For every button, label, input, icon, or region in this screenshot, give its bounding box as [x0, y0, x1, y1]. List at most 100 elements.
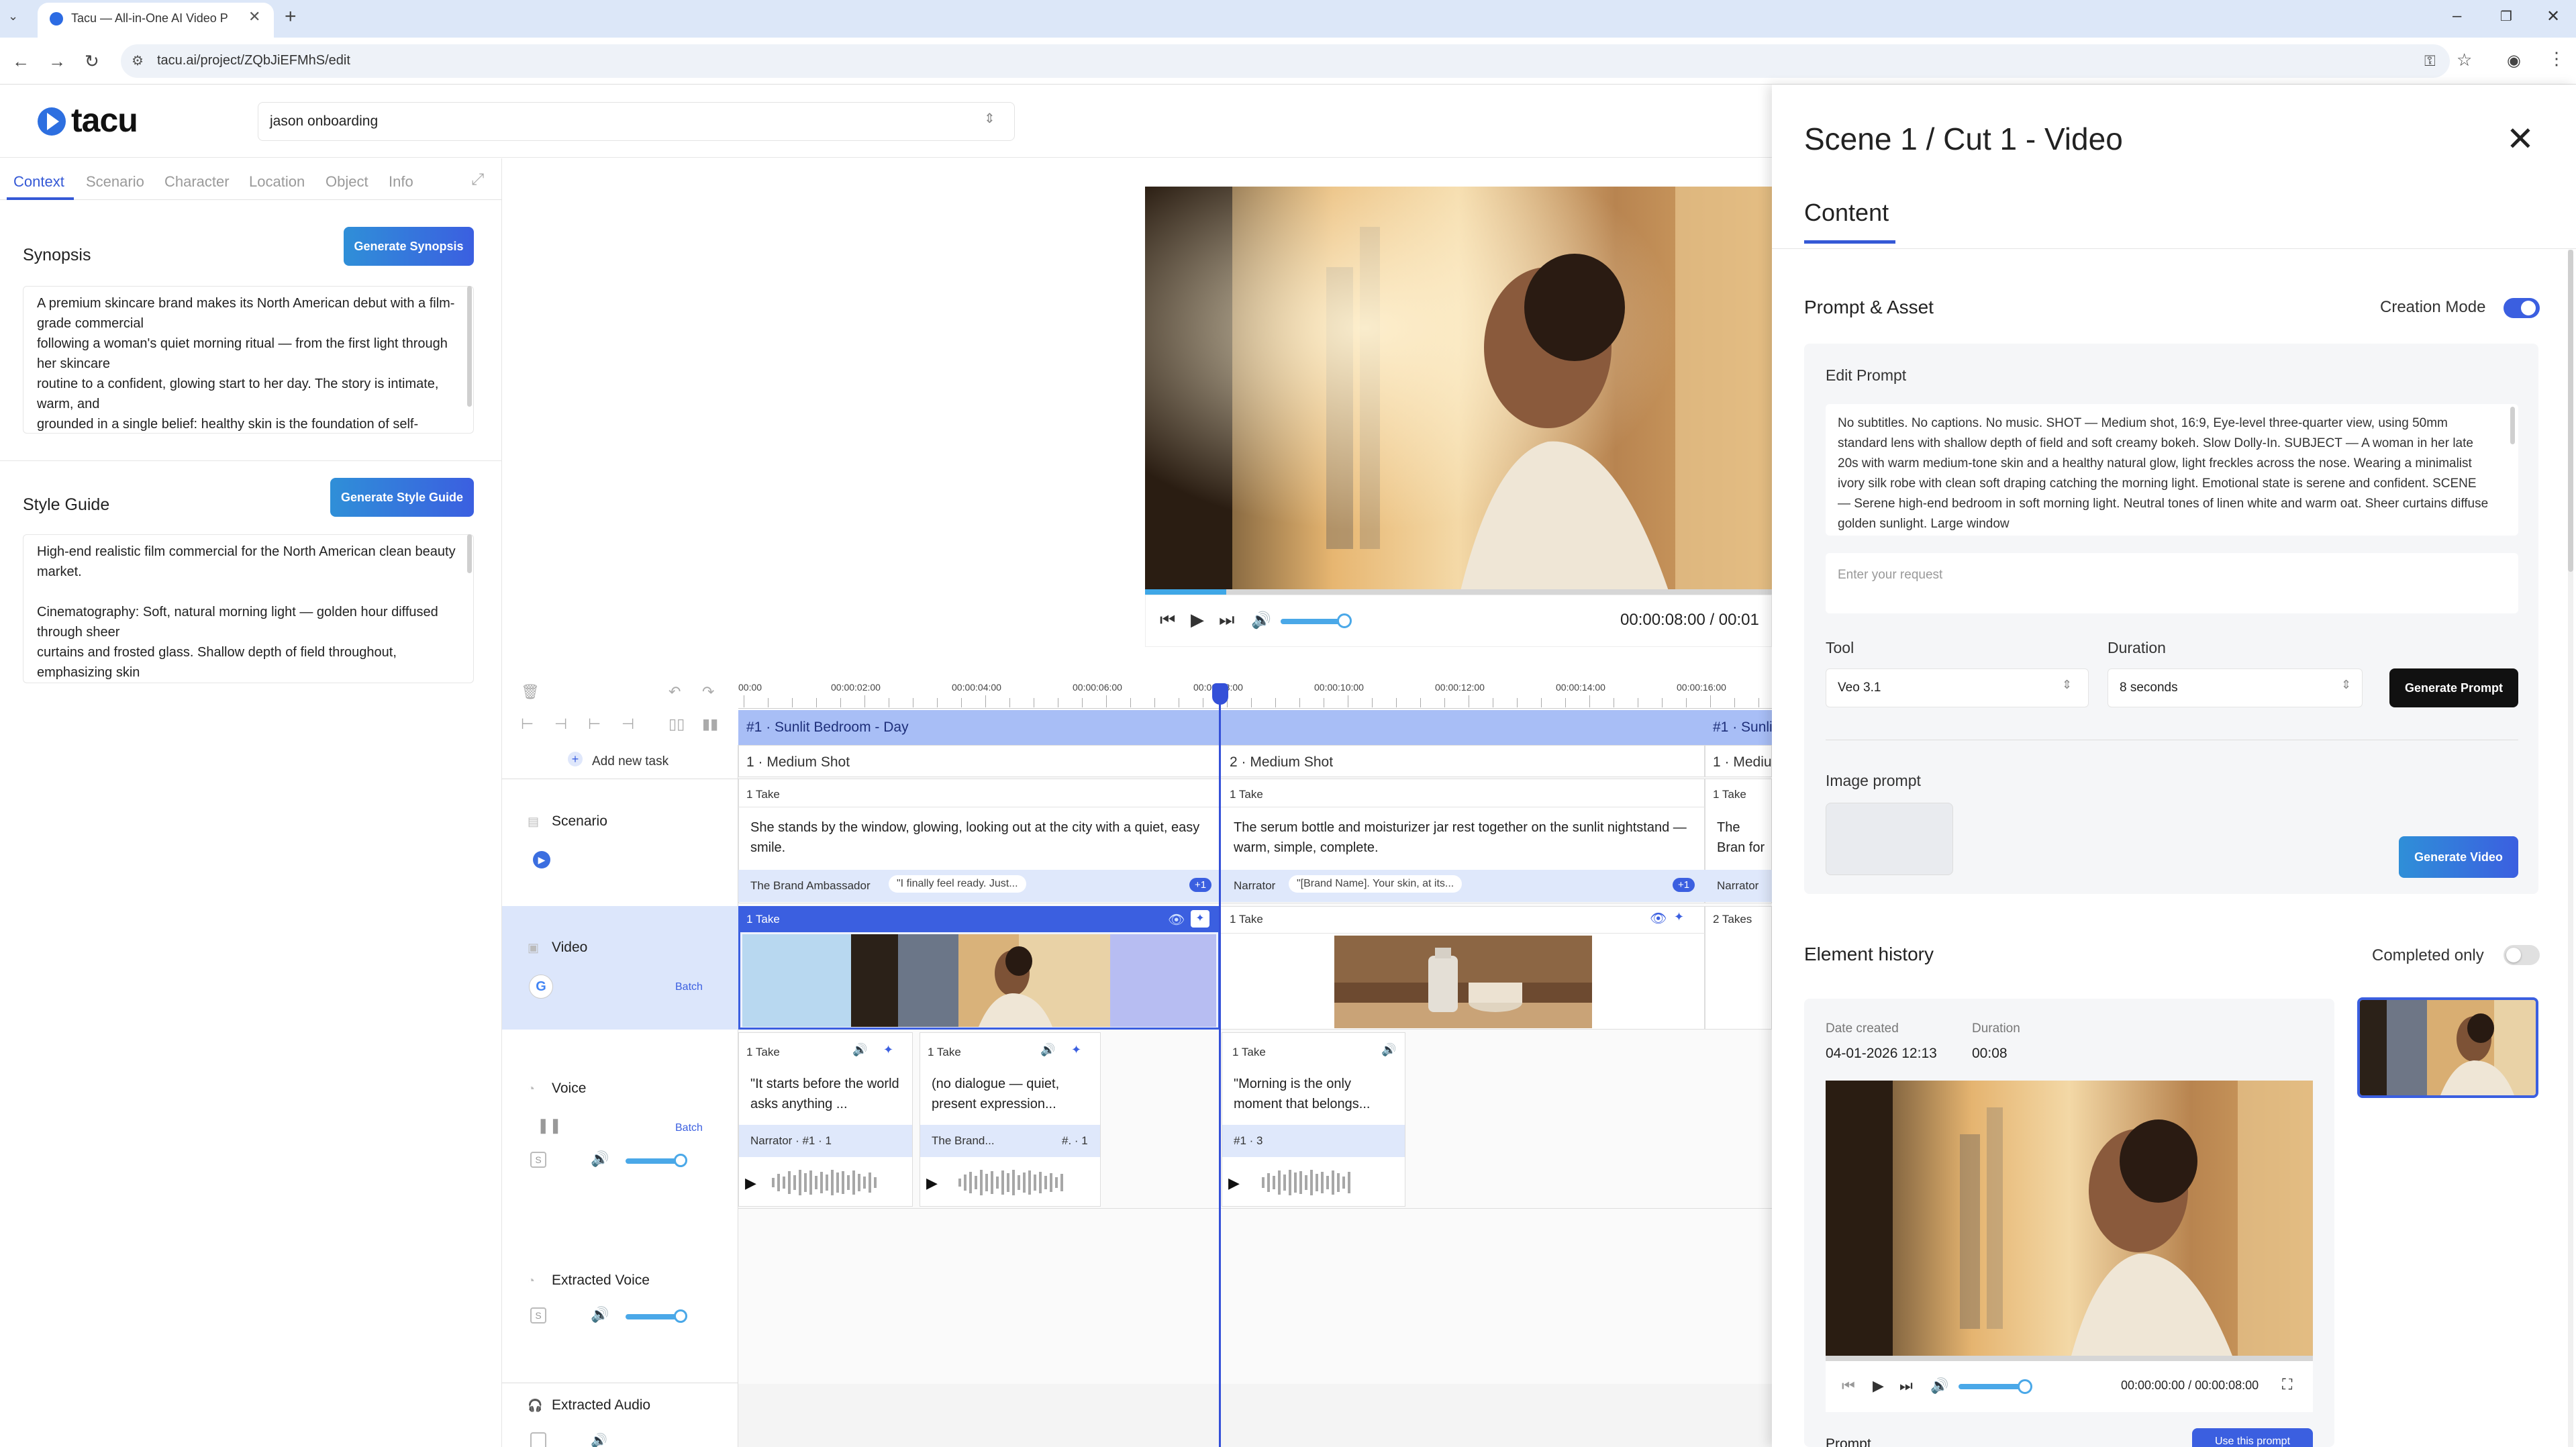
scenario-text[interactable]: The Bran for the p	[1717, 817, 1772, 858]
insert-left-icon[interactable]: ⊢	[521, 715, 534, 733]
insert-right-icon[interactable]: ⊣	[622, 715, 634, 733]
extracted-audio-volume-icon[interactable]: 🔊	[591, 1432, 607, 1447]
waveform[interactable]	[772, 1169, 877, 1196]
dialogue-chip[interactable]: "I finally feel ready. Just...	[889, 875, 1026, 893]
image-prompt-dropzone[interactable]	[1826, 803, 1953, 875]
play-icon[interactable]: ▶	[926, 1175, 938, 1192]
scene-label[interactable]: #1 · Sunlit Bedroom - Day	[746, 719, 909, 736]
timeline-ruler[interactable]	[738, 675, 1772, 709]
key-icon[interactable]: ⚿	[2424, 52, 2436, 70]
scenario-play-icon[interactable]: ▶	[533, 851, 550, 868]
video-thumbnail[interactable]	[851, 934, 1110, 1027]
skip-end-icon[interactable]: ⏭	[1219, 609, 1234, 631]
tab-object[interactable]: Object	[326, 173, 368, 191]
shot-title[interactable]: 2 · Medium Shot	[1230, 754, 1333, 770]
prompt-textarea[interactable]: No subtitles. No captions. No music. SHO…	[1826, 404, 2518, 536]
add-new-task-button[interactable]: Add new task	[592, 754, 668, 769]
volume-icon[interactable]: 🔊	[1040, 1043, 1055, 1057]
expand-icon[interactable]: ⤢	[471, 170, 484, 189]
chevron-updown-icon[interactable]: ⇕	[2341, 678, 2351, 692]
volume-knob[interactable]	[2018, 1379, 2032, 1394]
generate-prompt-button[interactable]: Generate Prompt	[2389, 668, 2518, 707]
extracted-voice-volume-knob[interactable]	[674, 1309, 687, 1323]
new-tab-icon[interactable]: +	[285, 5, 297, 28]
split-icon[interactable]: ▯▯	[668, 715, 685, 733]
bookmark-star-icon[interactable]: ☆	[2457, 50, 2472, 70]
eye-icon[interactable]: 👁	[1650, 910, 1667, 927]
project-name[interactable]: jason onboarding	[270, 113, 378, 130]
eye-icon[interactable]: 👁	[1168, 911, 1185, 928]
url-bar[interactable]	[121, 44, 2450, 78]
merge-icon[interactable]: ▮▮	[702, 715, 718, 733]
add-task-icon[interactable]: +	[568, 752, 583, 766]
request-input[interactable]	[1826, 553, 2518, 613]
sparkle-icon[interactable]: ✦	[883, 1043, 893, 1057]
fullscreen-icon[interactable]: ⛶	[2282, 1376, 2292, 1393]
generate-synopsis-button[interactable]: Generate Synopsis	[344, 227, 474, 266]
history-progress-track[interactable]	[1826, 1356, 2313, 1361]
voice-batch-button[interactable]: Batch	[675, 1122, 703, 1134]
close-icon[interactable]: ✕	[2506, 119, 2534, 158]
history-video[interactable]	[1826, 1081, 2313, 1356]
pause-icon[interactable]: ❚❚	[537, 1117, 562, 1134]
tab-close-icon[interactable]: ✕	[248, 8, 260, 26]
tab-character[interactable]: Character	[164, 173, 230, 191]
reload-icon[interactable]: ↻	[85, 51, 99, 72]
speed-icon[interactable]	[530, 1432, 546, 1447]
duration-value[interactable]: 8 seconds	[2120, 681, 2178, 695]
preview-video[interactable]	[1145, 187, 1772, 591]
voice-volume-knob[interactable]	[674, 1154, 687, 1167]
tab-info[interactable]: Info	[389, 173, 413, 191]
sparkle-icon[interactable]: ✦	[1071, 1043, 1081, 1057]
drawer-scroll-thumb[interactable]	[2568, 250, 2573, 572]
tab-scenario[interactable]: Scenario	[86, 173, 144, 191]
synopsis-text[interactable]: A premium skincare brand makes its North…	[23, 286, 474, 434]
scenario-text[interactable]: The serum bottle and moisturizer jar res…	[1234, 817, 1697, 858]
voice-text[interactable]: "Morning is the only moment that belongs…	[1234, 1074, 1395, 1114]
more-badge[interactable]: +1	[1673, 878, 1695, 892]
playhead-line[interactable]	[1219, 693, 1221, 1447]
style-guide-scrollbar[interactable]	[467, 534, 472, 573]
tab-search-icon[interactable]: ⌄	[8, 9, 18, 23]
synopsis-scrollbar[interactable]	[467, 286, 472, 407]
shot-title[interactable]: 1 · Medium Shot	[746, 754, 850, 770]
back-icon[interactable]: ←	[12, 51, 30, 72]
dialogue-chip[interactable]: "[Brand Name]. Your skin, at its...	[1289, 875, 1463, 893]
scenario-text[interactable]: She stands by the window, glowing, looki…	[750, 817, 1213, 858]
url-text[interactable]: tacu.ai/project/ZQbJiEFMhS/edit	[157, 53, 350, 68]
request-placeholder[interactable]: Enter your request	[1838, 568, 1942, 583]
generate-style-guide-button[interactable]: Generate Style Guide	[330, 478, 474, 517]
history-thumbnail[interactable]	[2357, 997, 2538, 1098]
window-close-icon[interactable]: ✕	[2546, 7, 2560, 26]
site-info-icon[interactable]: ⚙	[132, 52, 144, 69]
speed-icon[interactable]: S	[530, 1152, 546, 1168]
voice-volume-icon[interactable]: 🔊	[591, 1150, 609, 1168]
shot-title[interactable]: 1 · Mediu	[1713, 754, 1772, 770]
speed-icon[interactable]: S	[530, 1307, 546, 1324]
maximize-icon[interactable]: ❐	[2500, 8, 2512, 25]
voice-text[interactable]: "It starts before the world asks anythin…	[750, 1074, 905, 1114]
more-badge[interactable]: +1	[1189, 878, 1212, 892]
minimize-icon[interactable]: –	[2453, 7, 2461, 26]
scene-label[interactable]: #1 · Sunli	[1713, 719, 1773, 736]
video-batch-button[interactable]: Batch	[675, 981, 703, 993]
volume-icon[interactable]: 🔊	[852, 1043, 867, 1057]
chevron-updown-icon[interactable]: ⇕	[984, 110, 995, 127]
sparkle-icon[interactable]: ✦	[1674, 910, 1684, 924]
video-thumbnail[interactable]	[1334, 936, 1592, 1028]
volume-icon[interactable]: 🔊	[1930, 1377, 1948, 1395]
insert-after-icon[interactable]: ⊢	[588, 715, 601, 733]
tab-content[interactable]: Content	[1804, 199, 1889, 227]
volume-knob[interactable]	[1337, 613, 1352, 628]
volume-icon[interactable]: 🔊	[1251, 611, 1271, 630]
tab-context[interactable]: Context	[13, 173, 64, 191]
chevron-updown-icon[interactable]: ⇕	[2062, 678, 2072, 692]
skip-start-icon[interactable]: ⏮	[1842, 1377, 1855, 1395]
forward-icon[interactable]: →	[48, 51, 66, 72]
prompt-scrollbar[interactable]	[2510, 407, 2515, 444]
tool-value[interactable]: Veo 3.1	[1838, 681, 1881, 695]
undo-icon[interactable]: ↶	[668, 683, 681, 701]
tab-location[interactable]: Location	[249, 173, 305, 191]
voice-text[interactable]: (no dialogue — quiet, present expression…	[932, 1074, 1093, 1114]
tab-title[interactable]: Tacu — All-in-One AI Video P	[71, 11, 239, 26]
